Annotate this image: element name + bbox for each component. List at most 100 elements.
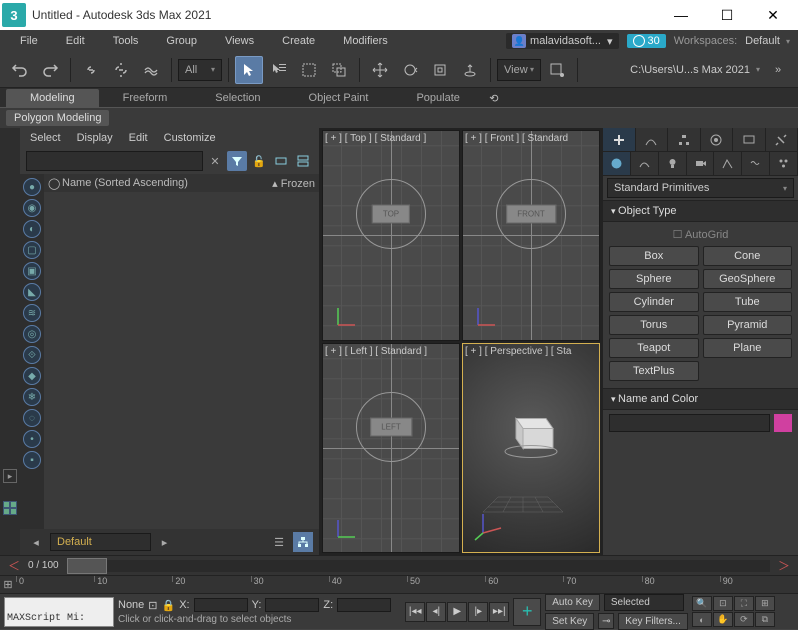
viewport-layout-button[interactable] — [3, 501, 17, 515]
spacewarps-subtab[interactable] — [742, 152, 770, 175]
filter-hidden-icon[interactable]: ◌ — [23, 409, 41, 427]
viewport-label[interactable]: [ + ] [ Perspective ] [ Sta — [465, 346, 571, 357]
prim-pyramid[interactable]: Pyramid — [703, 315, 793, 335]
filter-geometry-icon[interactable]: ◉ — [23, 199, 41, 217]
viewcube[interactable]: LEFT — [370, 417, 412, 436]
prim-geosphere[interactable]: GeoSphere — [703, 269, 793, 289]
systems-subtab[interactable] — [770, 152, 798, 175]
scene-menu-select[interactable]: Select — [30, 132, 61, 144]
maxscript-listener[interactable]: MAXScript Mi: — [4, 597, 114, 627]
layer-next-button[interactable]: ▸ — [155, 532, 175, 552]
filter-shape-icon[interactable]: ▢ — [23, 241, 41, 259]
viewcube[interactable] — [501, 404, 561, 459]
prim-textplus[interactable]: TextPlus — [609, 361, 699, 381]
z-coord-input[interactable] — [337, 598, 391, 612]
pivot-button[interactable] — [543, 56, 571, 84]
reference-coord-dropdown[interactable]: View▾ — [497, 59, 541, 81]
viewcube[interactable]: FRONT — [506, 205, 556, 224]
create-tab[interactable] — [603, 128, 636, 151]
viewport-perspective[interactable]: [ + ] [ Perspective ] [ Sta — [462, 343, 600, 554]
viewport-left[interactable]: [ + ] [ Left ] [ Standard ] LEFT — [322, 343, 460, 554]
prim-cone[interactable]: Cone — [703, 246, 793, 266]
y-coord-input[interactable] — [265, 598, 319, 612]
scene-search-input[interactable] — [26, 151, 203, 171]
filter-group-icon[interactable]: ◎ — [23, 325, 41, 343]
filter-camera-icon[interactable]: ▣ — [23, 262, 41, 280]
hierarchy-mode-button[interactable] — [293, 532, 313, 552]
next-frame-button[interactable]: |▸ — [468, 602, 488, 622]
filter-frozen-icon[interactable]: ❄ — [23, 388, 41, 406]
user-account[interactable]: 👤 malavidasoft... ▾ — [506, 33, 618, 49]
filter-misc-icon[interactable]: ▪ — [23, 451, 41, 469]
lights-subtab[interactable] — [659, 152, 687, 175]
selection-set-button-2[interactable] — [293, 151, 313, 171]
layers-stack-icon[interactable]: ☰ — [269, 532, 289, 552]
time-ruler[interactable]: ⊞ 0102030405060708090100 — [0, 575, 798, 593]
close-button[interactable]: ✕ — [750, 0, 796, 30]
rotate-button[interactable] — [396, 56, 424, 84]
key-mode-icon[interactable]: ⊸ — [598, 613, 614, 629]
bind-spacewarp-button[interactable] — [137, 56, 165, 84]
tab-object-paint[interactable]: Object Paint — [285, 89, 393, 107]
maximize-button[interactable]: ☐ — [704, 0, 750, 30]
toolbar-overflow-button[interactable]: » — [764, 56, 792, 84]
setkey-button[interactable]: Set Key — [545, 613, 594, 630]
category-dropdown[interactable]: Standard Primitives▾ — [607, 178, 794, 198]
modify-tab[interactable] — [636, 128, 669, 151]
lock-selection-icon[interactable]: 🔒 — [162, 599, 176, 612]
goto-end-button[interactable]: ▸▸| — [489, 602, 509, 622]
viewcube[interactable]: TOP — [372, 205, 410, 224]
filter-spacewarp-icon[interactable]: ≋ — [23, 304, 41, 322]
tab-populate[interactable]: Populate — [392, 89, 483, 107]
rectangular-selection-button[interactable] — [295, 56, 323, 84]
prim-torus[interactable]: Torus — [609, 315, 699, 335]
workspaces-value[interactable]: Default — [745, 35, 780, 47]
scene-menu-customize[interactable]: Customize — [164, 132, 216, 144]
polygon-modeling-panel[interactable]: Polygon Modeling — [6, 110, 109, 126]
autokey-button[interactable]: Auto Key — [545, 594, 600, 611]
key-target-dropdown[interactable]: Selected — [604, 594, 684, 611]
timeline-config-button[interactable]: ⊞ — [0, 576, 16, 593]
prim-teapot[interactable]: Teapot — [609, 338, 699, 358]
prim-sphere[interactable]: Sphere — [609, 269, 699, 289]
clear-search-button[interactable]: ✕ — [205, 151, 225, 171]
layer-prev-button[interactable]: ◂ — [26, 532, 46, 552]
tab-modeling[interactable]: Modeling — [6, 89, 99, 107]
menu-file[interactable]: File — [8, 33, 50, 49]
x-coord-input[interactable] — [194, 598, 248, 612]
time-slider[interactable]: ＜ 0 / 100 ＞ — [0, 555, 798, 575]
isolate-icon[interactable]: ⊡ — [148, 599, 157, 612]
pan-button[interactable]: ✋ — [713, 612, 733, 627]
hierarchy-tab[interactable] — [668, 128, 701, 151]
goto-start-button[interactable]: |◂◂ — [405, 602, 425, 622]
scene-menu-display[interactable]: Display — [77, 132, 113, 144]
menu-create[interactable]: Create — [270, 33, 327, 49]
move-button[interactable] — [366, 56, 394, 84]
display-tab[interactable] — [733, 128, 766, 151]
expand-panel-button[interactable]: ▸ — [3, 469, 17, 483]
viewport-top[interactable]: [ + ] [ Top ] [ Standard ] TOP — [322, 130, 460, 341]
filter-container-icon[interactable]: ◆ — [23, 367, 41, 385]
object-color-swatch[interactable] — [774, 414, 792, 432]
active-layer-name[interactable]: Default — [50, 533, 151, 551]
column-name-header[interactable]: Name (Sorted Ascending) — [62, 177, 272, 189]
set-key-big-button[interactable]: + — [513, 598, 541, 626]
lock-icon[interactable]: 🔓 — [249, 151, 269, 171]
play-button[interactable]: ▶ — [447, 602, 467, 622]
zoom-extents-all-button[interactable]: ⊞ — [755, 596, 775, 611]
prim-plane[interactable]: Plane — [703, 338, 793, 358]
object-type-rollout[interactable]: Object Type — [603, 200, 798, 222]
time-slider-handle[interactable] — [67, 558, 107, 574]
menu-edit[interactable]: Edit — [54, 33, 97, 49]
prim-cylinder[interactable]: Cylinder — [609, 292, 699, 312]
unlink-button[interactable] — [107, 56, 135, 84]
time-remaining-badge[interactable]: 30 — [627, 34, 666, 48]
field-of-view-button[interactable]: ◐ — [692, 612, 712, 627]
name-color-rollout[interactable]: Name and Color — [603, 388, 798, 410]
scale-button[interactable] — [426, 56, 454, 84]
zoom-extents-button[interactable]: ⛶ — [734, 596, 754, 611]
menu-group[interactable]: Group — [154, 33, 209, 49]
object-name-input[interactable] — [609, 414, 770, 432]
menu-modifiers[interactable]: Modifiers — [331, 33, 400, 49]
scene-menu-edit[interactable]: Edit — [129, 132, 148, 144]
